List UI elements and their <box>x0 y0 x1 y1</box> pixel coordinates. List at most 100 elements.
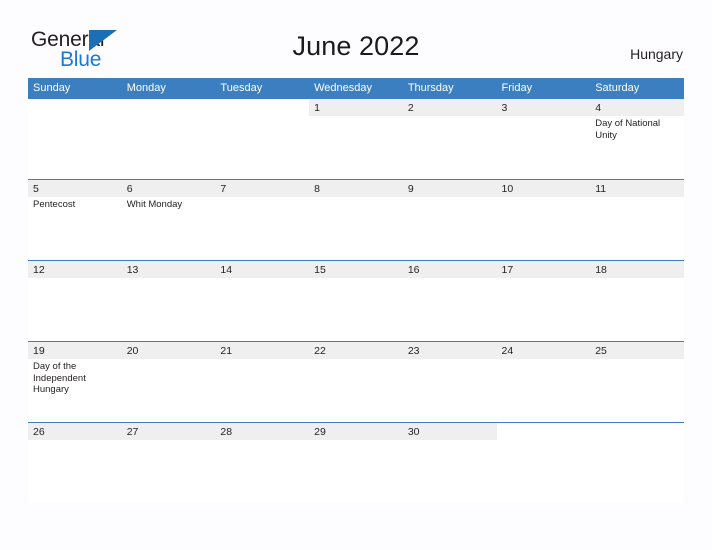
calendar-day-cell[interactable]: 25 <box>590 341 684 423</box>
calendar-day-cell[interactable]: 17 <box>496 260 591 342</box>
calendar-day-cell[interactable]: 27 <box>121 422 216 503</box>
calendar-day-cell[interactable]: 23 <box>402 341 497 423</box>
calendar-day[interactable]: 25 <box>590 342 684 422</box>
calendar-day[interactable]: 17 <box>496 261 591 341</box>
calendar-day-cell[interactable]: 2 <box>402 98 497 180</box>
country-label: Hungary <box>630 46 683 62</box>
calendar-day[interactable]: 6 Whit Monday <box>121 180 216 260</box>
calendar-day-empty <box>496 423 591 503</box>
calendar-header-row: Sunday Monday Tuesday Wednesday Thursday… <box>28 78 684 99</box>
calendar-day[interactable]: 18 <box>590 261 684 341</box>
calendar-day-cell[interactable]: 22 <box>309 341 403 423</box>
day-number: 21 <box>220 345 233 357</box>
calendar-day-cell[interactable]: 1 <box>309 98 403 180</box>
calendar-day[interactable]: 8 <box>309 180 403 260</box>
weekday-header-monday: Monday <box>121 78 216 99</box>
calendar-day[interactable]: 16 <box>402 261 497 341</box>
calendar-day-cell[interactable]: 28 <box>215 422 310 503</box>
calendar-day[interactable]: 12 <box>28 261 122 341</box>
calendar-day-empty <box>215 99 310 179</box>
calendar-day[interactable]: 19 Day of the Independent Hungary <box>28 342 122 422</box>
calendar-day[interactable]: 11 <box>590 180 684 260</box>
calendar-day[interactable]: 15 <box>309 261 403 341</box>
calendar-day[interactable]: 30 <box>402 423 497 503</box>
calendar-day-cell[interactable]: 5 Pentecost <box>28 179 122 261</box>
calendar-day[interactable]: 7 <box>215 180 310 260</box>
day-number: 7 <box>220 183 227 195</box>
calendar-day[interactable]: 5 Pentecost <box>28 180 122 260</box>
day-number: 18 <box>595 264 607 276</box>
weekday-header-wednesday: Wednesday <box>309 78 403 99</box>
calendar-day-cell[interactable]: 14 <box>215 260 310 342</box>
calendar-day-cell[interactable]: 6 Whit Monday <box>121 179 216 261</box>
calendar-day-cell[interactable]: 24 <box>496 341 591 423</box>
calendar-day[interactable]: 3 <box>496 99 591 179</box>
calendar-day-cell[interactable]: 8 <box>309 179 403 261</box>
calendar-day-cell[interactable]: 18 <box>590 260 684 342</box>
calendar-day[interactable]: 4 Day of National Unity <box>590 99 684 179</box>
calendar-day-cell[interactable]: 3 <box>496 98 591 180</box>
day-number: 14 <box>220 264 233 276</box>
day-number: 30 <box>407 426 420 438</box>
calendar-day-cell[interactable]: 4 Day of National Unity <box>590 98 684 180</box>
calendar-day[interactable]: 24 <box>496 342 591 422</box>
weekday-header-tuesday: Tuesday <box>215 78 310 99</box>
calendar-day[interactable]: 23 <box>402 342 497 422</box>
calendar-day-cell[interactable]: 29 <box>309 422 403 503</box>
calendar-day[interactable]: 14 <box>215 261 310 341</box>
day-number: 9 <box>407 183 414 195</box>
day-number: 29 <box>314 426 326 438</box>
day-number: 6 <box>126 183 133 195</box>
calendar-day[interactable]: 9 <box>402 180 497 260</box>
calendar-day-empty <box>590 423 684 503</box>
calendar-week-row: 5 Pentecost 6 Whit Monday 7 8 9 10 11 <box>28 179 684 261</box>
calendar-day[interactable]: 27 <box>121 423 216 503</box>
calendar-day[interactable]: 13 <box>121 261 216 341</box>
calendar-day-cell[interactable]: 15 <box>309 260 403 342</box>
day-number: 5 <box>33 183 39 195</box>
calendar-day-cell[interactable]: 11 <box>590 179 684 261</box>
calendar-day-cell[interactable] <box>590 422 684 503</box>
calendar-day-cell[interactable] <box>215 98 310 180</box>
calendar-day[interactable]: 2 <box>402 99 497 179</box>
calendar-grid: Sunday Monday Tuesday Wednesday Thursday… <box>28 78 684 503</box>
calendar-day-cell[interactable]: 9 <box>402 179 497 261</box>
day-number: 25 <box>595 345 607 357</box>
calendar-day-cell[interactable]: 20 <box>121 341 216 423</box>
calendar-day-cell[interactable]: 12 <box>28 260 122 342</box>
calendar-day[interactable]: 26 <box>28 423 122 503</box>
calendar-day[interactable]: 28 <box>215 423 310 503</box>
calendar-day[interactable]: 1 <box>309 99 403 179</box>
calendar-week-row: 26 27 28 29 30 <box>28 422 684 503</box>
calendar-day-cell[interactable]: 16 <box>402 260 497 342</box>
calendar-day[interactable]: 10 <box>496 180 591 260</box>
day-number: 1 <box>314 102 320 114</box>
calendar-day-cell[interactable] <box>121 98 216 180</box>
calendar-day[interactable]: 21 <box>215 342 310 422</box>
calendar-day[interactable]: 20 <box>121 342 216 422</box>
calendar-week-row: 1 2 3 4 Day of National Unity <box>28 98 684 180</box>
day-number: 13 <box>126 264 139 276</box>
calendar-day-cell[interactable]: 21 <box>215 341 310 423</box>
calendar-day-cell[interactable] <box>496 422 591 503</box>
calendar-day[interactable]: 29 <box>309 423 403 503</box>
day-number: 15 <box>314 264 326 276</box>
calendar-day-cell[interactable]: 13 <box>121 260 216 342</box>
weekday-header-saturday: Saturday <box>590 78 684 99</box>
calendar-day-cell[interactable]: 30 <box>402 422 497 503</box>
weekday-header-thursday: Thursday <box>402 78 497 99</box>
calendar-day-cell[interactable]: 10 <box>496 179 591 261</box>
calendar-day-cell[interactable]: 26 <box>28 422 122 503</box>
day-number: 28 <box>220 426 233 438</box>
calendar-day[interactable]: 22 <box>309 342 403 422</box>
calendar-day-cell[interactable] <box>28 98 122 180</box>
day-number: 10 <box>501 183 514 195</box>
day-number: 4 <box>595 102 602 114</box>
day-number: 23 <box>407 345 420 357</box>
holiday-label: Pentecost <box>33 199 76 210</box>
calendar-day-cell[interactable]: 19 Day of the Independent Hungary <box>28 341 122 423</box>
calendar-day-cell[interactable]: 7 <box>215 179 310 261</box>
day-number: 20 <box>126 345 139 357</box>
day-number: 2 <box>407 102 414 114</box>
day-number: 24 <box>501 345 514 357</box>
